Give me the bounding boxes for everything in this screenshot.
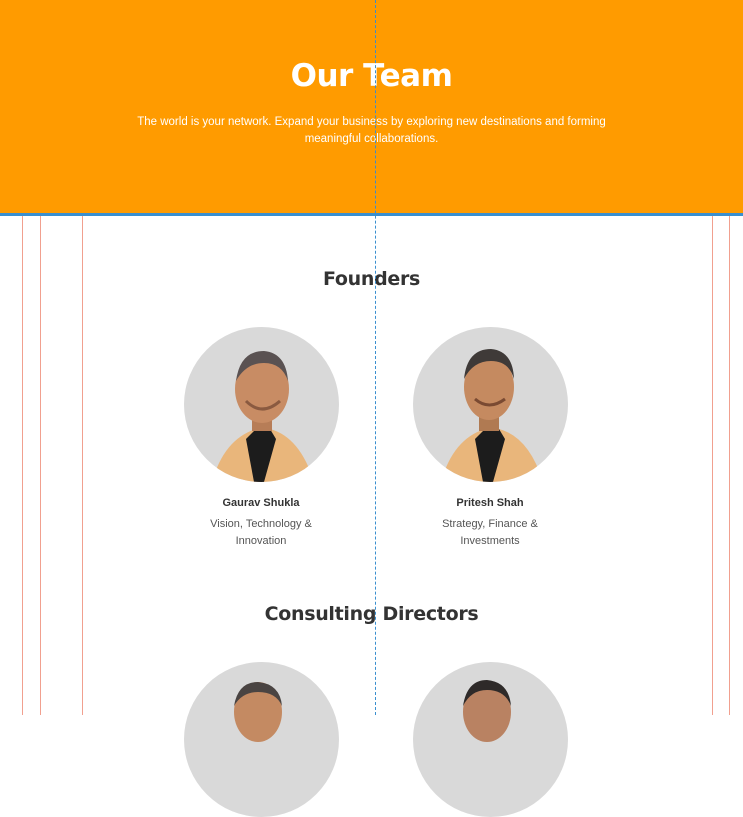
member-name: Pritesh Shah <box>456 497 524 509</box>
director-photo <box>184 662 339 817</box>
founders-heading: Founders <box>322 268 421 290</box>
founder-photo <box>413 327 568 482</box>
founder-photo <box>184 327 339 482</box>
person-portrait-icon <box>212 351 314 482</box>
member-name: Gaurav Shukla <box>222 497 300 509</box>
consulting-directors-heading: Consulting Directors <box>264 603 479 625</box>
hero-banner: Our Team The world is your network. Expa… <box>0 0 743 216</box>
center-guide-line <box>375 0 376 715</box>
member-role: Vision, Technology & Innovation <box>186 516 336 550</box>
person-portrait-icon <box>234 682 282 742</box>
hero-subtitle-line: meaningful collaborations. <box>304 132 439 145</box>
person-portrait-icon <box>463 680 511 742</box>
member-role-line: Strategy, Finance & <box>442 518 538 530</box>
hero-subtitle-line: The world is your network. Expand your b… <box>137 116 606 128</box>
member-role-line: Innovation <box>235 535 287 547</box>
member-role-line: Investments <box>460 535 520 547</box>
member-role: Strategy, Finance & Investments <box>415 516 565 550</box>
person-portrait-icon <box>441 349 543 482</box>
hero-subtitle: The world is your network. Expand your b… <box>0 114 743 147</box>
member-role-line: Vision, Technology & <box>210 518 312 530</box>
director-photo <box>413 662 568 817</box>
page-title: Our Team <box>290 58 453 94</box>
